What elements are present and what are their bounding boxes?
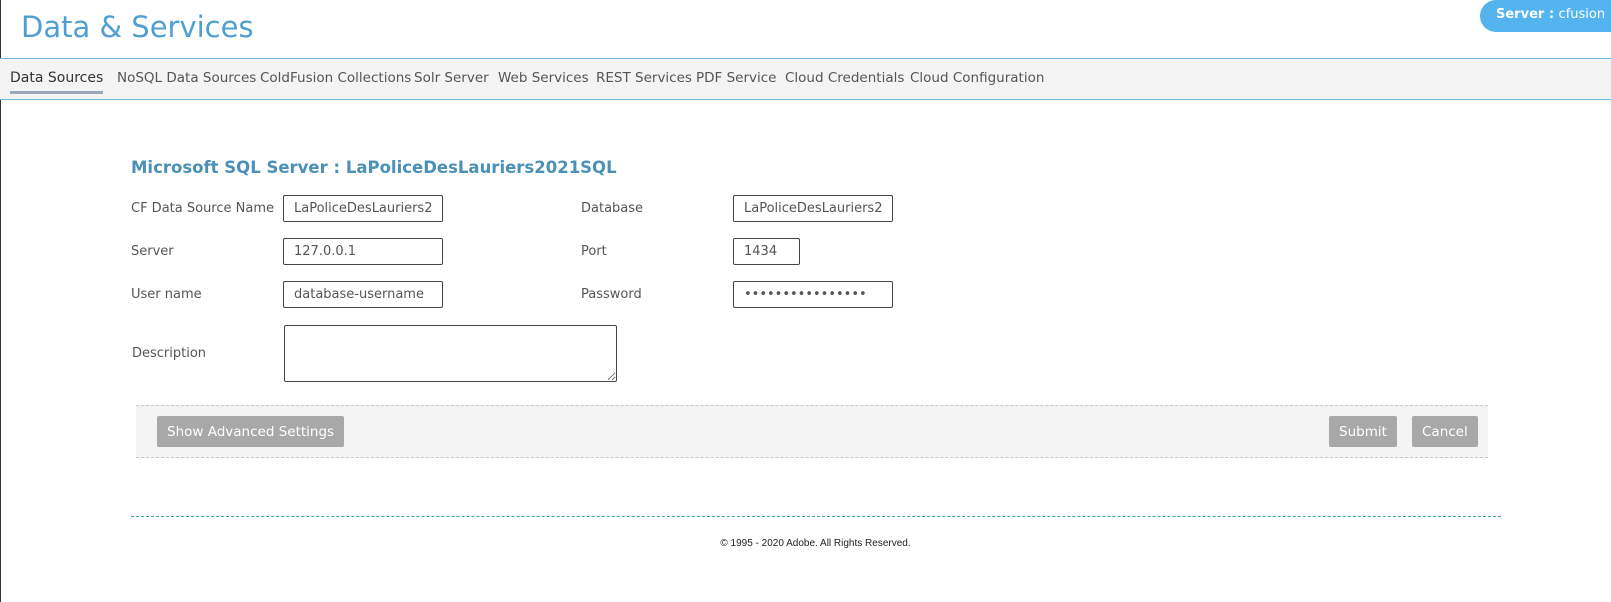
submit-button[interactable]: Submit <box>1329 416 1397 447</box>
password-label: Password <box>581 287 642 302</box>
show-advanced-settings-button[interactable]: Show Advanced Settings <box>157 416 345 447</box>
tab-rest-services[interactable]: REST Services <box>596 70 692 86</box>
tab-data-sources[interactable]: Data Sources <box>10 70 104 94</box>
description-label: Description <box>132 346 207 361</box>
footer-divider <box>131 516 1501 517</box>
tab-web-services[interactable]: Web Services <box>498 70 589 86</box>
top-nav: Data Sources NoSQL Data Sources ColdFusi… <box>0 58 1611 100</box>
description-textarea[interactable] <box>284 325 617 382</box>
tab-cloud-credentials[interactable]: Cloud Credentials <box>785 70 904 86</box>
database-input[interactable] <box>733 195 893 222</box>
username-input[interactable] <box>283 281 443 308</box>
action-bar: Show Advanced Settings Submit Cancel <box>136 405 1488 458</box>
database-label: Database <box>581 201 644 216</box>
cf-data-source-name-label: CF Data Source Name <box>131 201 274 216</box>
tab-solr-server[interactable]: Solr Server <box>414 70 489 86</box>
form-title: Microsoft SQL Server : LaPoliceDesLaurie… <box>131 158 617 177</box>
cancel-button[interactable]: Cancel <box>1412 416 1478 447</box>
tab-pdf-service[interactable]: PDF Service <box>696 70 777 86</box>
server-badge: Server : cfusion <box>1480 0 1611 32</box>
server-label: Server <box>131 244 174 259</box>
password-input[interactable] <box>733 281 893 308</box>
page-title: Data & Services <box>21 10 254 44</box>
server-badge-label: Server : <box>1496 7 1559 22</box>
tab-nosql-data-sources[interactable]: NoSQL Data Sources <box>117 70 256 86</box>
server-badge-name: cfusion <box>1558 7 1606 22</box>
server-input[interactable] <box>283 238 443 265</box>
cf-data-source-name-input[interactable] <box>283 195 443 222</box>
tab-coldfusion-collections[interactable]: ColdFusion Collections <box>260 70 411 86</box>
tab-cloud-configuration[interactable]: Cloud Configuration <box>910 70 1044 86</box>
username-label: User name <box>131 287 202 302</box>
copyright-text: © 1995 - 2020 Adobe. All Rights Reserved… <box>720 538 911 549</box>
port-input[interactable] <box>733 238 800 265</box>
port-label: Port <box>581 244 607 259</box>
